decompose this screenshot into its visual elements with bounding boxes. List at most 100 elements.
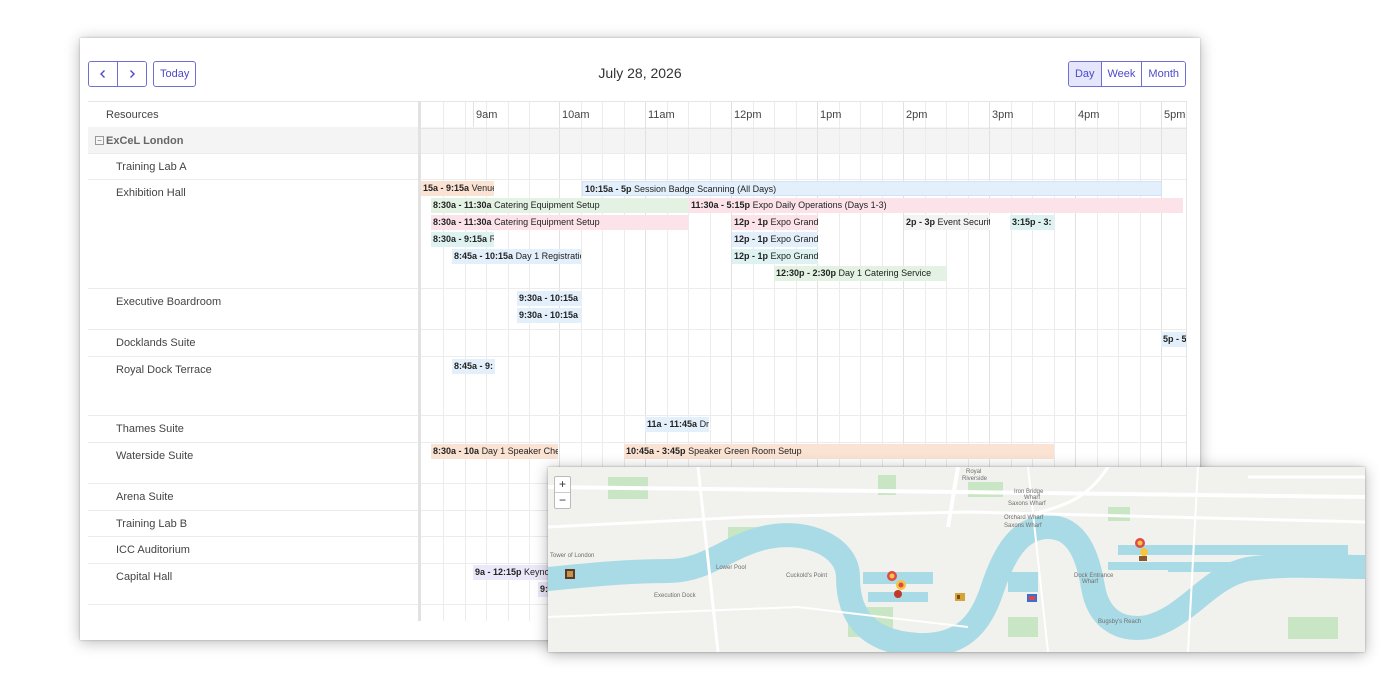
event-time: 12p - 1p <box>734 234 769 244</box>
group-band <box>421 127 1186 153</box>
date-title: July 28, 2026 <box>598 65 682 81</box>
venue-marker-icon[interactable] <box>954 591 966 603</box>
map-label: Bugsby's Reach <box>1098 619 1142 625</box>
map-tiles <box>548 467 1365 652</box>
event-bar[interactable]: 12:30p - 2:30p Day 1 Catering Service <box>774 266 946 281</box>
event-time: 8:30a - 11:30a <box>433 200 492 210</box>
venue-marker-icon[interactable] <box>1025 591 1039 605</box>
hour-label: 3pm <box>992 109 1014 121</box>
resource-row: Thames Suite <box>88 415 418 443</box>
event-bar[interactable]: 12p - 1p Expo Grand <box>732 215 818 230</box>
event-bar[interactable]: 8:30a - 11:30a Catering Equipment Setup <box>431 215 688 230</box>
event-bar[interactable]: 9:30a - 10:15a S <box>517 291 581 306</box>
event-bar[interactable]: 11:30a - 5:15p Expo Daily Operations (Da… <box>689 198 1183 213</box>
event-title: R <box>489 234 494 244</box>
zoom-out-button[interactable]: − <box>555 492 570 508</box>
event-bar[interactable]: 5p - 5 <box>1161 332 1186 347</box>
event-title: Venue <box>471 183 494 193</box>
event-bar[interactable]: 10:15a - 5p Session Badge Scanning (All … <box>582 181 1162 196</box>
resource-label: Exhibition Hall <box>116 187 186 199</box>
venue-marker-icon[interactable] <box>564 568 576 580</box>
hour-label: 9am <box>476 109 498 121</box>
event-title: Day 1 Speaker Chec <box>481 446 558 456</box>
venue-marker-icon[interactable] <box>884 569 910 599</box>
event-bar[interactable]: 12p - 1p Expo Grand <box>732 249 818 264</box>
map-label: Wharf <box>1082 579 1099 585</box>
event-time: 9:30a - 10:15a <box>519 310 579 320</box>
event-title: Expo Grand <box>770 217 818 227</box>
time-header: 9am 10am 11am 12pm 1pm 2pm 3pm 4pm 5pm <box>421 101 1186 129</box>
event-time: 15a - 9:15a <box>423 183 470 193</box>
hour-label: 11am <box>648 109 675 121</box>
event-title: Session Badge Scanning (All Days) <box>634 184 777 194</box>
scheduler-toolbar: Today July 28, 2026 Day Week Month <box>80 38 1200 100</box>
row-line <box>421 329 1186 330</box>
nav-button-group <box>88 61 147 87</box>
venue-marker-icon[interactable] <box>1134 537 1150 563</box>
event-bar[interactable]: 8:45a - 9: I <box>452 359 495 374</box>
map-label: Saxons Wharf <box>1008 501 1046 507</box>
collapse-icon[interactable]: − <box>95 136 104 145</box>
event-time: 8:30a - 11:30a <box>433 217 492 227</box>
today-button[interactable]: Today <box>153 61 197 87</box>
map-label: Tower of London <box>550 553 595 559</box>
resource-row: ICC Auditorium <box>88 536 418 564</box>
event-bar[interactable]: 8:45a - 10:15a Day 1 Registratic <box>452 249 581 264</box>
resource-header: Resources <box>88 101 418 129</box>
event-time: 11a - 11:45a <box>647 419 698 429</box>
event-bar[interactable]: 8:30a - 11:30a Catering Equipment Setup <box>431 198 688 213</box>
resource-row: Exhibition Hall <box>88 179 418 289</box>
resource-label: Training Lab B <box>116 518 188 530</box>
event-time: 5p - 5 <box>1163 334 1186 344</box>
prev-button[interactable] <box>89 62 117 86</box>
row-line <box>421 356 1186 357</box>
event-time: 11:30a - 5:15p <box>691 200 751 210</box>
event-time: 8:45a - 9: <box>454 361 494 371</box>
event-time: 8:30a - 9:15a <box>433 234 488 244</box>
view-week-button[interactable]: Week <box>1100 62 1142 86</box>
hour-label: 5pm <box>1164 109 1186 121</box>
event-bar[interactable]: 15a - 9:15a Venue <box>421 181 494 196</box>
resource-group-label: ExCeL London <box>106 135 184 147</box>
hour-label: 12pm <box>734 109 762 121</box>
event-title: Expo Grand <box>770 251 818 261</box>
resource-label: Docklands Suite <box>116 337 196 349</box>
map-label: Cuckold's Point <box>786 573 828 579</box>
event-time: 12p - 1p <box>734 217 769 227</box>
event-title: Keyno <box>524 567 550 577</box>
map-label: Lower Pool <box>716 565 747 571</box>
event-bar[interactable]: 8:30a - 9:15a R <box>431 232 494 247</box>
event-time: 8:45a - 10:15a <box>454 251 514 261</box>
event-bar[interactable]: 8:30a - 10a Day 1 Speaker Chec <box>431 444 558 459</box>
view-day-button[interactable]: Day <box>1068 62 1101 86</box>
resource-label: Executive Boardroom <box>116 296 222 308</box>
resource-row: Arena Suite <box>88 483 418 511</box>
venue-map[interactable]: + − Royal Riverside Iron Bridge Wharf Sa… <box>548 467 1365 652</box>
view-switcher: Day Week Month <box>1067 61 1186 87</box>
hour-label: 2pm <box>906 109 928 121</box>
event-title: Day 1 Catering Service <box>838 268 932 278</box>
event-time: 3:15p - 3: <box>1012 217 1052 227</box>
row-line <box>421 288 1186 289</box>
event-title: Event Securit <box>937 217 990 227</box>
event-bar[interactable]: 11a - 11:45a Dr <box>645 417 709 432</box>
event-time: 12:30p - 2:30p <box>776 268 837 278</box>
map-label: Royal <box>966 469 982 475</box>
event-bar[interactable]: 12p - 1p Expo Grand <box>732 232 818 247</box>
resource-label: Royal Dock Terrace <box>116 364 212 376</box>
event-title: Day 1 Registratic <box>515 251 581 261</box>
event-time: 8:30a - 10a <box>433 446 480 456</box>
zoom-in-button[interactable]: + <box>555 477 570 492</box>
resource-group-excel-london[interactable]: − ExCeL London <box>88 127 418 154</box>
event-bar[interactable]: 3:15p - 3: / <box>1010 215 1054 230</box>
event-bar[interactable]: 9:30a - 10:15a S <box>517 308 581 323</box>
resource-label: Training Lab A <box>116 161 187 173</box>
resource-label: Waterside Suite <box>116 450 194 462</box>
event-time: 9:30a - 10:15a <box>519 293 579 303</box>
next-button[interactable] <box>117 62 146 86</box>
event-bar[interactable]: 2p - 3p Event Securit <box>904 215 990 230</box>
view-month-button[interactable]: Month <box>1141 62 1185 86</box>
event-bar[interactable]: 10:45a - 3:45p Speaker Green Room Setup <box>624 444 1054 459</box>
resource-label: Capital Hall <box>116 571 173 583</box>
resource-label: Thames Suite <box>116 423 184 435</box>
